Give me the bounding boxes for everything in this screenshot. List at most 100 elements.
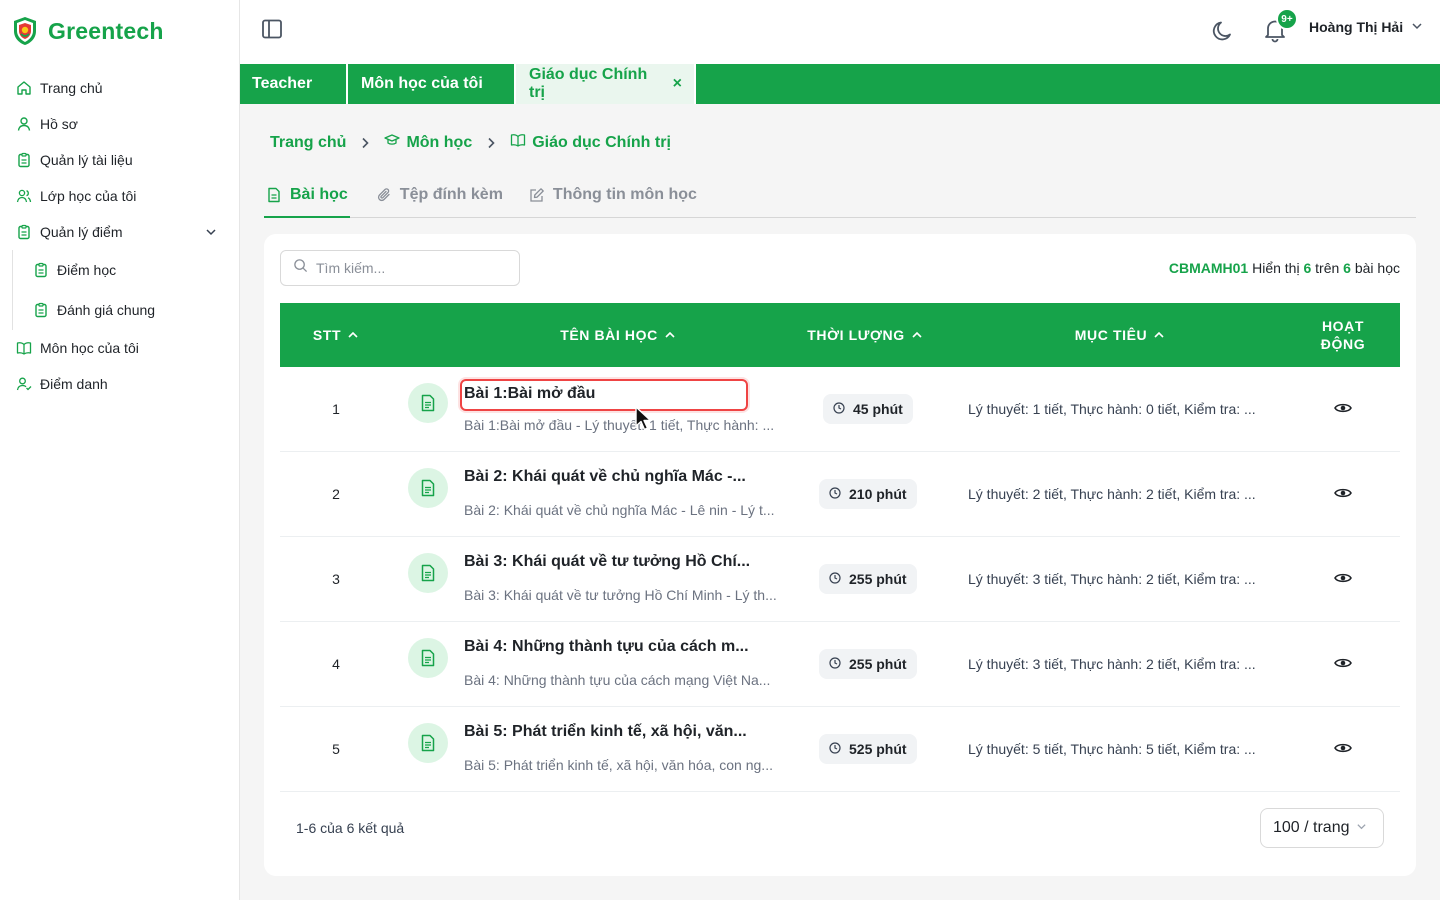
moon-icon[interactable]: [1210, 18, 1236, 44]
lesson-goal: Lý thuyết: 5 tiết, Thực hành: 5 tiết, Ki…: [968, 741, 1256, 757]
sidebar-item-label: Quản lý tài liệu: [40, 152, 133, 168]
eye-icon[interactable]: [1334, 571, 1352, 587]
breadcrumb-label: Môn học: [406, 133, 473, 151]
eye-icon[interactable]: [1334, 741, 1352, 757]
page-tabs: Teacher Môn học của tôi Giáo dục Chính t…: [240, 64, 1440, 104]
sidebar-item-label: Trang chủ: [40, 80, 103, 96]
clipboard-icon: [33, 302, 49, 318]
lesson-goal: Lý thuyết: 3 tiết, Thực hành: 2 tiết, Ki…: [968, 656, 1256, 672]
tab-teacher[interactable]: Teacher: [240, 64, 348, 104]
document-icon: [408, 553, 448, 593]
document-icon: [408, 468, 448, 508]
column-label: MỤC TIÊU: [1074, 327, 1148, 343]
row-stt: 2: [332, 486, 340, 502]
sidebar-item-general-assessment[interactable]: Đánh giá chung: [13, 290, 240, 330]
table-row[interactable]: 3 Bài 3: Khái quát về tư tưởng Hồ Chí...…: [280, 537, 1400, 622]
sidebar-item-grade-management[interactable]: Quản lý điểm: [0, 214, 240, 250]
chevron-down-icon: [1356, 819, 1367, 837]
user-name: Hoàng Thị Hải: [1309, 19, 1404, 35]
user-check-icon: [16, 376, 32, 392]
tab-political-education[interactable]: Giáo dục Chính trị ×: [516, 64, 696, 104]
eye-icon[interactable]: [1334, 486, 1352, 502]
clock-icon: [829, 656, 841, 672]
column-header-stt[interactable]: STT: [280, 303, 392, 367]
page-size-value: 100 / trang: [1273, 819, 1350, 836]
breadcrumb-subjects[interactable]: Môn học: [384, 132, 472, 153]
table-header: STT TÊN BÀI HỌC THỜI LƯỢNG MỤC TIÊU HOẠT…: [280, 303, 1400, 367]
tab-my-subjects[interactable]: Môn học của tôi: [348, 64, 516, 104]
search-input[interactable]: [316, 260, 506, 276]
breadcrumb: Trang chủ Môn học Giáo dục Chính trị: [270, 132, 671, 153]
clock-icon: [829, 486, 841, 502]
table-row[interactable]: 1 Bài 1:Bài mở đầu Bài 1:Bài mở đầu - Lý…: [280, 367, 1400, 452]
duration-value: 210 phút: [849, 486, 907, 502]
table-row[interactable]: 2 Bài 2: Khái quát về chủ nghĩa Mác -...…: [280, 452, 1400, 537]
lesson-title[interactable]: Bài 1:Bài mở đầu: [460, 379, 748, 411]
tab-label: Môn học của tôi: [361, 75, 483, 92]
sidebar-item-attendance[interactable]: Điểm danh: [0, 366, 240, 402]
breadcrumb-label: Giáo dục Chính trị: [532, 133, 671, 151]
chevron-right-icon: [484, 136, 498, 150]
close-icon[interactable]: ×: [673, 75, 682, 93]
lesson-title[interactable]: Bài 5: Phát triển kinh tế, xã hội, văn..…: [464, 723, 747, 741]
table-row[interactable]: 5 Bài 5: Phát triển kinh tế, xã hội, văn…: [280, 707, 1400, 792]
book-open-icon: [510, 132, 526, 153]
tab-attachments[interactable]: Tệp đính kèm: [374, 186, 503, 217]
shield-logo-icon: [14, 17, 36, 45]
duration-badge: 255 phút: [819, 649, 917, 679]
column-header-duration[interactable]: THỜI LƯỢNG: [800, 303, 930, 367]
clipboard-icon: [16, 152, 32, 168]
sidebar-item-scores[interactable]: Điểm học: [13, 250, 240, 290]
content-tabs: Bài học Tệp đính kèm Thông tin môn học: [264, 186, 1416, 218]
lesson-title[interactable]: Bài 2: Khái quát về chủ nghĩa Mác -...: [464, 468, 746, 486]
tab-subject-info[interactable]: Thông tin môn học: [527, 186, 697, 217]
summary-suffix: bài học: [1354, 260, 1400, 276]
eye-icon[interactable]: [1334, 656, 1352, 672]
chevron-down-icon: [1411, 19, 1423, 35]
column-header-goal[interactable]: MỤC TIÊU: [1040, 303, 1200, 367]
sidebar-item-label: Môn học của tôi: [40, 340, 139, 356]
search-box[interactable]: [280, 250, 520, 286]
duration-value: 45 phút: [853, 401, 903, 417]
sort-up-icon: [911, 329, 923, 341]
sidebar-item-profile[interactable]: Hồ sơ: [0, 106, 240, 142]
sidebar-item-documents[interactable]: Quản lý tài liệu: [0, 142, 240, 178]
duration-badge: 525 phút: [819, 734, 917, 764]
tab-label: Bài học: [290, 186, 348, 203]
eye-icon[interactable]: [1334, 401, 1352, 417]
tab-label: Thông tin môn học: [552, 186, 697, 203]
summary-total: 6: [1343, 260, 1351, 276]
lesson-goal: Lý thuyết: 2 tiết, Thực hành: 2 tiết, Ki…: [968, 486, 1256, 502]
tab-lessons[interactable]: Bài học: [264, 186, 350, 218]
sidebar-submenu-grades: Điểm học Đánh giá chung: [12, 250, 240, 330]
sort-up-icon: [1153, 329, 1165, 341]
sidebar-item-my-subjects[interactable]: Môn học của tôi: [0, 330, 240, 366]
sidebar-item-label: Đánh giá chung: [57, 302, 156, 318]
notification-badge: 9+: [1276, 8, 1298, 30]
column-header-action: HOẠT ĐỘNG: [1280, 303, 1406, 367]
brand-logo[interactable]: Greentech: [12, 16, 164, 46]
column-header-name[interactable]: TÊN BÀI HỌC: [408, 303, 828, 367]
sidebar: Greentech Trang chủ Hồ sơ Quản lý tài li…: [0, 0, 240, 900]
page-size-select[interactable]: 100 / trang: [1260, 808, 1384, 848]
lesson-subtitle: Bài 3: Khái quát về tư tưởng Hồ Chí Minh…: [464, 587, 777, 603]
brand-name: Greentech: [48, 17, 164, 44]
sidebar-toggle-icon[interactable]: [260, 17, 284, 41]
table-row[interactable]: 4 Bài 4: Những thành tựu của cách m... B…: [280, 622, 1400, 707]
user-menu[interactable]: Hoàng Thị Hải: [1309, 19, 1423, 35]
chevron-right-icon: [358, 136, 372, 150]
lesson-title[interactable]: Bài 3: Khái quát về tư tưởng Hồ Chí...: [464, 553, 750, 571]
pagination-summary: 1-6 của 6 kết quả: [296, 820, 405, 836]
sidebar-item-home[interactable]: Trang chủ: [0, 70, 240, 106]
clipboard-icon: [33, 262, 49, 278]
column-label: THỜI LƯỢNG: [807, 327, 905, 343]
lesson-subtitle: Bài 1:Bài mở đầu - Lý thuyết: 1 tiết, Th…: [464, 417, 775, 433]
lesson-title[interactable]: Bài 4: Những thành tựu của cách m...: [464, 638, 749, 656]
sidebar-item-my-classes[interactable]: Lớp học của tôi: [0, 178, 240, 214]
breadcrumb-home[interactable]: Trang chủ: [270, 134, 346, 152]
sort-up-icon: [664, 329, 676, 341]
summary-prefix: Hiển thị: [1252, 260, 1300, 276]
clock-icon: [829, 571, 841, 587]
duration-value: 255 phút: [849, 571, 907, 587]
chevron-down-icon[interactable]: [204, 225, 218, 239]
